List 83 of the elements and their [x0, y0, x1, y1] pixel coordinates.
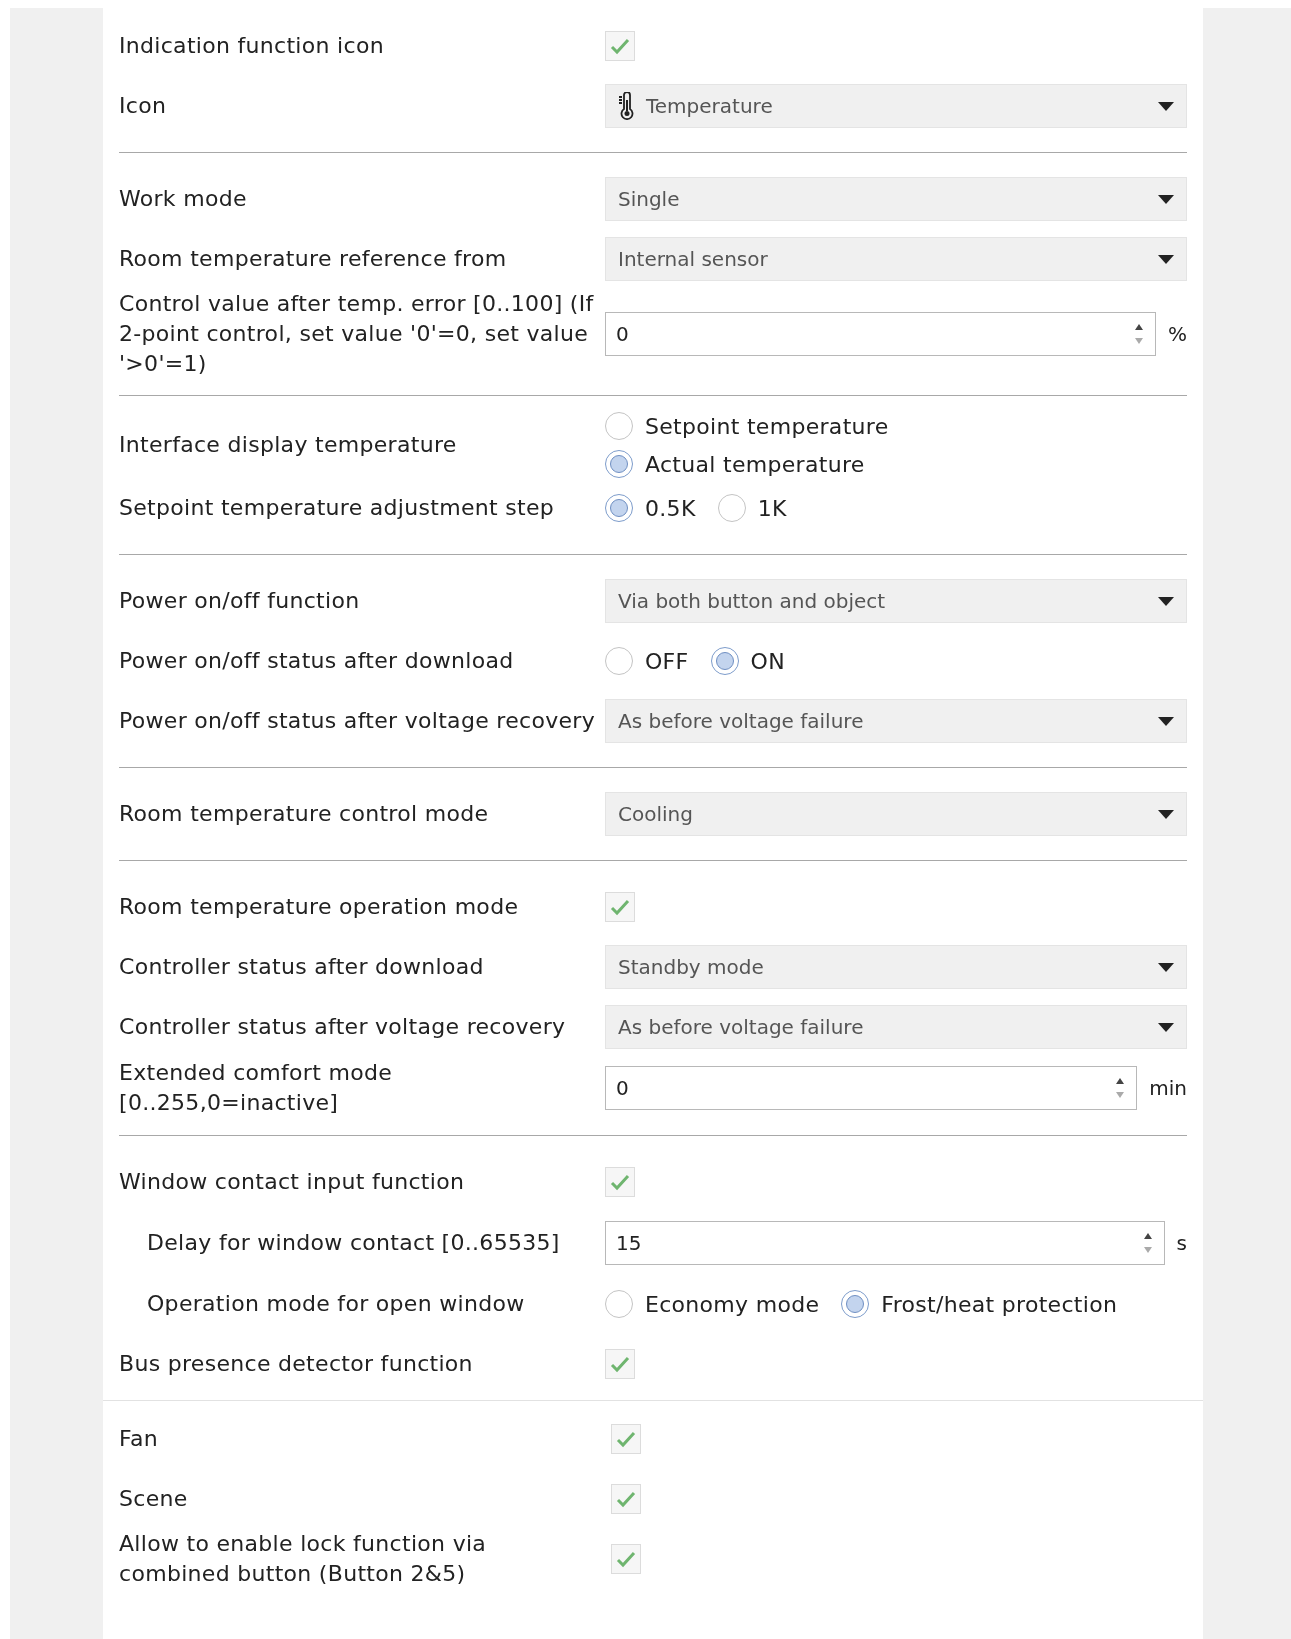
radio-option[interactable]: Actual temperature: [605, 450, 889, 478]
check-icon: [616, 1490, 636, 1508]
dropdown[interactable]: Internal sensor: [605, 237, 1187, 281]
number-field[interactable]: 0: [605, 1066, 1138, 1110]
setting-label: Room temperature reference from: [119, 245, 508, 273]
radio-button[interactable]: [605, 1290, 633, 1318]
check-icon: [616, 1550, 636, 1568]
radio-option[interactable]: ON: [710, 647, 785, 675]
dropdown-caret-icon: [1158, 254, 1174, 264]
setting-label: Interface display temperature: [119, 431, 458, 459]
radio-button[interactable]: [605, 412, 633, 440]
radio-button[interactable]: [605, 647, 633, 675]
check-icon: [610, 37, 630, 55]
check-icon: [610, 898, 630, 916]
check-icon: [610, 1173, 630, 1191]
dropdown[interactable]: Via both button and object: [605, 579, 1187, 623]
dropdown[interactable]: As before voltage failure: [605, 699, 1187, 743]
number-field[interactable]: 0: [605, 312, 1156, 356]
checkbox[interactable]: [611, 1484, 641, 1514]
dropdown-value: Internal sensor: [618, 247, 769, 271]
dropdown-value: Cooling: [618, 802, 694, 826]
dropdown-caret-icon: [1158, 962, 1174, 972]
radio-button[interactable]: [605, 450, 633, 478]
radio-button[interactable]: [710, 647, 739, 675]
radio-option[interactable]: OFF: [605, 647, 689, 675]
checkbox[interactable]: [611, 1544, 641, 1574]
dropdown-caret-icon: [1158, 1022, 1174, 1032]
dropdown-value: Standby mode: [618, 955, 765, 979]
dropdown-value: Temperature: [646, 94, 774, 118]
number-field[interactable]: 15: [605, 1221, 1165, 1265]
unit-label: min: [1149, 1076, 1187, 1100]
radio-option[interactable]: Frost/heat protection: [841, 1290, 1118, 1318]
dropdown-caret-icon: [1158, 716, 1174, 726]
setting-label: Icon: [119, 92, 168, 120]
setting-label: Power on/off function: [119, 587, 361, 615]
setting-label: Window contact input function: [119, 1168, 466, 1196]
setting-label: Control value after temp. error [0..100] (If 2-point control, set value '0'=0, set value '>0'=1): [119, 290, 595, 378]
dropdown-value: As before voltage failure: [618, 709, 865, 733]
checkbox[interactable]: [611, 1424, 641, 1454]
dropdown[interactable]: Temperature: [605, 84, 1187, 128]
unit-label: s: [1176, 1231, 1187, 1255]
setting-label: Bus presence detector function: [119, 1350, 474, 1378]
setting-label: Extended comfort mode [0..255,0=inactive]: [119, 1059, 394, 1117]
radio-button[interactable]: [717, 494, 746, 522]
setting-label: Power on/off status after download: [119, 647, 515, 675]
radio-option[interactable]: Economy mode: [605, 1290, 820, 1318]
checkbox[interactable]: [605, 892, 635, 922]
setting-label: Controller status after voltage recovery: [119, 1013, 567, 1041]
setting-label: Operation mode for open window: [147, 1290, 526, 1318]
dropdown-value: Single: [618, 187, 681, 211]
setting-label: Allow to enable lock function via combined button (Button 2&5): [119, 1530, 488, 1588]
setting-label: Room temperature operation mode: [119, 893, 520, 921]
checkbox[interactable]: [605, 1349, 635, 1379]
setting-label: Controller status after download: [119, 953, 485, 981]
check-icon: [616, 1430, 636, 1448]
dropdown[interactable]: Cooling: [605, 792, 1187, 836]
dropdown-caret-icon: [1158, 194, 1174, 204]
radio-option[interactable]: 1K: [717, 494, 787, 522]
dropdown[interactable]: Standby mode: [605, 945, 1187, 989]
check-icon: [610, 1355, 630, 1373]
dropdown-caret-icon: [1158, 809, 1174, 819]
dropdown[interactable]: Single: [605, 177, 1187, 221]
dropdown-caret-icon: [1158, 596, 1174, 606]
radio-option[interactable]: Setpoint temperature: [605, 412, 889, 440]
setting-label: Power on/off status after voltage recovery: [119, 707, 596, 735]
unit-label: %: [1168, 322, 1187, 346]
radio-button[interactable]: [841, 1290, 870, 1318]
dropdown-caret-icon: [1158, 101, 1174, 111]
setting-label: Delay for window contact [0..65535]: [147, 1229, 561, 1257]
setting-label: Setpoint temperature adjustment step: [119, 494, 555, 522]
radio-button[interactable]: [605, 494, 633, 522]
checkbox[interactable]: [605, 31, 635, 61]
setting-label: Room temperature control mode: [119, 800, 490, 828]
setting-label: Indication function icon: [119, 32, 385, 60]
dropdown[interactable]: As before voltage failure: [605, 1005, 1187, 1049]
setting-label: Work mode: [119, 185, 248, 213]
thermometer-icon: [618, 92, 636, 120]
checkbox[interactable]: [605, 1167, 635, 1197]
radio-option[interactable]: 0.5K: [605, 494, 696, 522]
dropdown-value: As before voltage failure: [618, 1015, 865, 1039]
dropdown-value: Via both button and object: [618, 589, 887, 613]
setting-label: Fan: [119, 1425, 159, 1453]
setting-label: Scene: [119, 1485, 189, 1513]
